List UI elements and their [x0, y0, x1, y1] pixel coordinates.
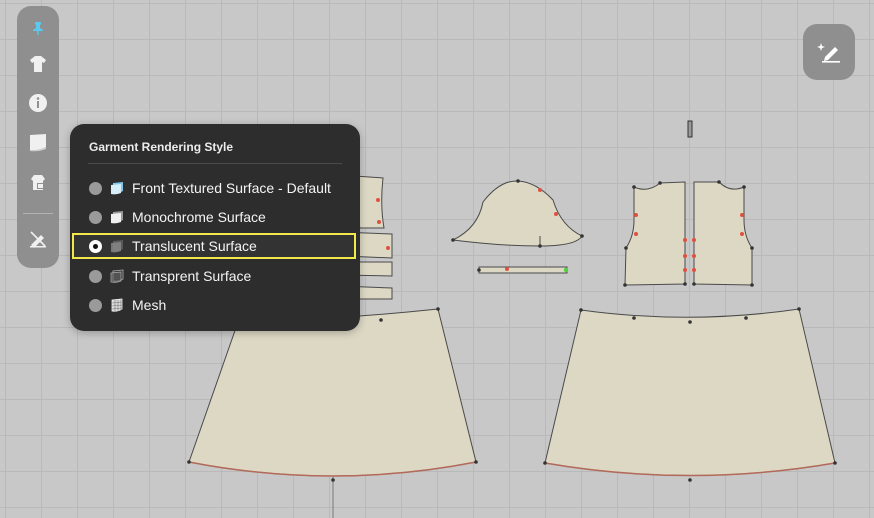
textured-surface-icon: [110, 181, 124, 195]
hide-pattern-icon[interactable]: [24, 225, 52, 253]
mesh-icon: [110, 298, 124, 312]
garment-icon[interactable]: [24, 50, 52, 78]
option-label: Translucent Surface: [132, 238, 257, 254]
transparent-surface-icon: [110, 269, 124, 283]
popup-title: Garment Rendering Style: [89, 140, 234, 154]
edit-sparkle-icon: [817, 43, 840, 63]
toolbar-divider: [23, 213, 53, 214]
rendering-style-popup: Garment Rendering Style Front Textured S…: [70, 124, 360, 331]
option-translucent-surface[interactable]: Translucent Surface: [72, 233, 356, 259]
radio-button[interactable]: [89, 298, 102, 312]
monochrome-surface-icon: [110, 210, 124, 224]
radio-button[interactable]: [89, 181, 102, 195]
option-front-textured-surface[interactable]: Front Textured Surface - Default: [73, 176, 355, 200]
option-monochrome-surface[interactable]: Monochrome Surface: [73, 205, 355, 229]
popup-divider: [88, 163, 342, 164]
pattern-piece-front-skirt[interactable]: [188, 308, 477, 477]
info-icon[interactable]: [24, 89, 52, 117]
option-label: Front Textured Surface - Default: [132, 180, 331, 196]
left-toolbar: [17, 6, 59, 268]
option-label: Mesh: [132, 297, 167, 313]
option-label: Monochrome Surface: [132, 209, 266, 225]
pattern-piece-tag[interactable]: [687, 120, 693, 138]
radio-button-selected[interactable]: [89, 239, 102, 253]
radio-button[interactable]: [89, 210, 102, 224]
add-annotation-button[interactable]: [803, 24, 855, 80]
avatar-lock-icon[interactable]: [24, 168, 52, 196]
radio-button[interactable]: [89, 269, 102, 283]
pin-icon[interactable]: [24, 14, 52, 42]
translucent-surface-icon: [110, 239, 124, 253]
pattern-piece-strip[interactable]: [478, 266, 568, 274]
option-mesh[interactable]: Mesh: [73, 293, 355, 317]
pattern-piece-sleeve[interactable]: [451, 180, 583, 247]
option-label: Transprent Surface: [132, 268, 252, 284]
pattern-piece-back-bodice-left[interactable]: [624, 181, 686, 286]
fabric-icon[interactable]: [24, 128, 52, 156]
pattern-piece-back-skirt[interactable]: [544, 308, 836, 476]
option-transparent-surface[interactable]: Transprent Surface: [73, 264, 355, 288]
